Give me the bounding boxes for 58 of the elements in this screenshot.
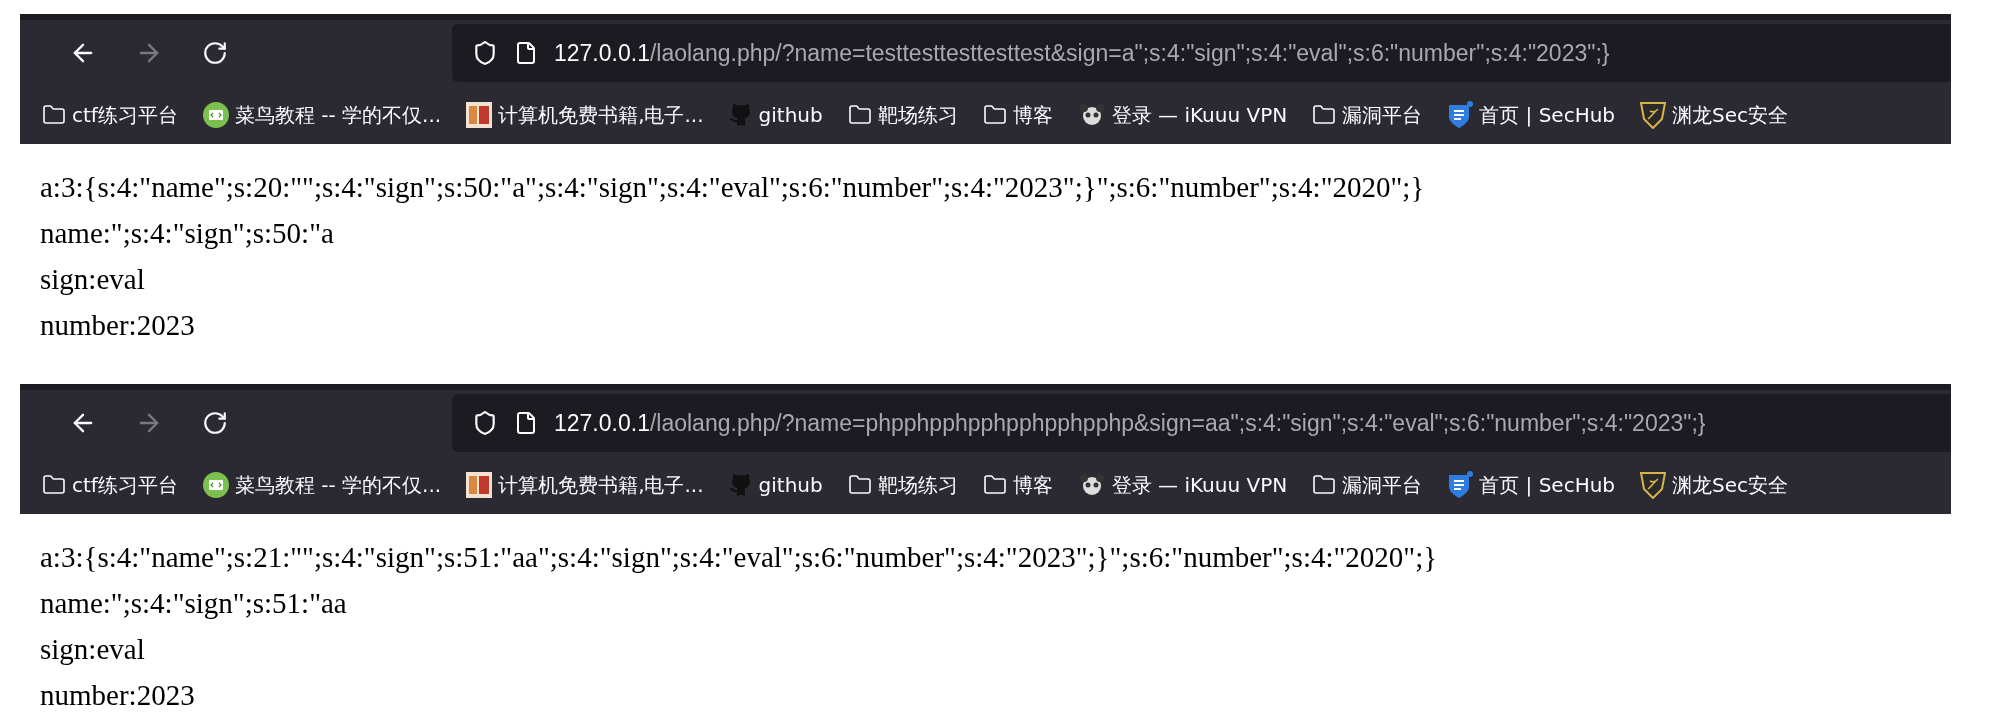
bookmark-link[interactable]: 计算机免费书籍,电子... [466, 471, 704, 499]
code-window-icon [202, 472, 229, 498]
bookmark-link[interactable]: 靶场练习 [847, 471, 958, 499]
bookmark-link[interactable]: 漏洞平台 [1312, 471, 1423, 499]
reload-icon [202, 410, 228, 436]
bookmark-link[interactable]: github [728, 473, 823, 497]
output-line: number:2023 [40, 678, 196, 713]
folder-icon [42, 473, 66, 497]
shield-logo-icon [1447, 101, 1474, 129]
bookmark-link[interactable]: ctf练习平台 [42, 471, 178, 499]
bookmark-link[interactable]: 登录 — iKuuu VPN [1077, 471, 1288, 499]
folder-icon [847, 473, 872, 497]
bookmark-link[interactable]: 菜鸟教程 -- 学的不仅... [202, 101, 442, 129]
bookmark-link[interactable]: 靶场练习 [847, 101, 958, 129]
output-line: a:3:{s:4:"name";s:21:"";s:4:"sign";s:51:"aa";s:4:"sign";s:4:"eval";s:6:"number";s:4:"2023";}";s:6:"number";s:4:"2020";} [40, 540, 1439, 575]
folder-icon [847, 103, 872, 127]
folder-icon [982, 103, 1007, 127]
shield-icon [472, 40, 498, 66]
github-icon [728, 473, 753, 497]
output-line: a:3:{s:4:"name";s:20:"";s:4:"sign";s:50:"a";s:4:"sign";s:4:"eval";s:6:"number";s:4:"2023";}";s:6:"number";s:4:"2020";} [40, 170, 1426, 205]
address-bar[interactable]: 127.0.0.1/laolang.php/?name=phpphpphpphpphpphpphp&sign=aa";s:4:"sign";s:4:"eval";s:6:"number";s:4:"2023";} [452, 394, 1951, 452]
bookmark-link[interactable]: 渊龙Sec安全 [1640, 101, 1789, 129]
panda-icon [1077, 473, 1106, 497]
folder-icon [1312, 103, 1337, 127]
book-logo-icon [466, 102, 493, 128]
page-icon [514, 411, 538, 435]
shield-logo-icon [1447, 471, 1474, 499]
bookmark-link[interactable]: github [728, 103, 823, 127]
address-bar[interactable]: 127.0.0.1/laolang.php/?name=testtesttesttesttest&sign=a";s:4:"sign";s:4:"eval";s:6:"number";s:4:"2023";} [452, 24, 1951, 82]
code-window-icon [202, 102, 229, 128]
bookmark-link[interactable]: 计算机免费书籍,电子... [466, 101, 704, 129]
bookmark-link[interactable]: ctf练习平台 [42, 101, 178, 129]
github-icon [728, 103, 753, 127]
output-line: name:";s:4:"sign";s:50:"a [40, 216, 335, 251]
output-line: sign:eval [40, 632, 146, 667]
bookmark-link[interactable]: 登录 — iKuuu VPN [1077, 101, 1288, 129]
page-icon [514, 41, 538, 65]
dragon-shield-icon [1640, 471, 1667, 499]
url-text: 127.0.0.1/laolang.php/?name=testtesttesttesttest&sign=a";s:4:"sign";s:4:"eval";s:6:"number";s:4:"2023";} [554, 39, 1610, 67]
output-line: number:2023 [40, 308, 196, 343]
bookmark-link[interactable]: 首页 | SecHub [1447, 101, 1616, 129]
bookmark-link[interactable]: 漏洞平台 [1312, 101, 1423, 129]
bookmark-link[interactable]: 博客 [982, 471, 1053, 499]
bookmark-link[interactable]: 渊龙Sec安全 [1640, 471, 1789, 499]
bookmark-link[interactable]: 首页 | SecHub [1447, 471, 1616, 499]
bookmark-link[interactable]: 博客 [982, 101, 1053, 129]
dragon-shield-icon [1640, 101, 1667, 129]
shield-icon [472, 410, 498, 436]
output-line: sign:eval [40, 262, 146, 297]
output-line: name:";s:4:"sign";s:51:"aa [40, 586, 348, 621]
folder-icon [982, 473, 1007, 497]
book-logo-icon [466, 472, 493, 498]
folder-icon [1312, 473, 1337, 497]
reload-icon [202, 40, 228, 66]
folder-icon [42, 103, 66, 127]
url-text: 127.0.0.1/laolang.php/?name=phpphpphpphpphpphpphp&sign=aa";s:4:"sign";s:4:"eval";s:6:"number";s:4:"2023";} [554, 409, 1706, 437]
panda-icon [1077, 103, 1106, 127]
bookmark-link[interactable]: 菜鸟教程 -- 学的不仅... [202, 471, 442, 499]
